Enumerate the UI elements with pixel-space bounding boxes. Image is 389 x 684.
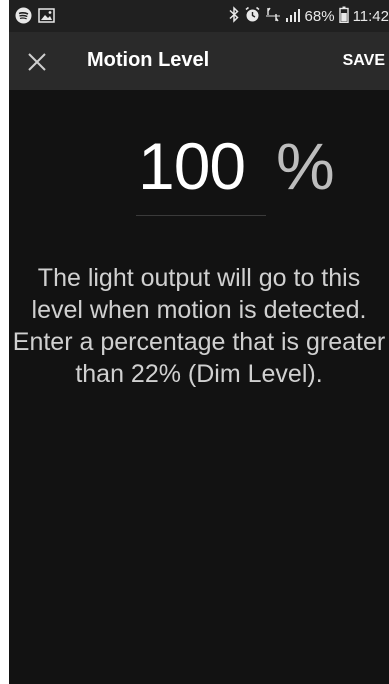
signal-icon <box>285 7 301 27</box>
page-title: Motion Level <box>87 49 210 71</box>
status-bar: 68% 11:42 <box>9 0 389 32</box>
level-value: 100 <box>138 129 246 203</box>
alarm-icon <box>244 6 261 27</box>
status-left-icons <box>15 7 55 29</box>
close-button[interactable] <box>23 48 51 76</box>
clock: 11:42 <box>352 8 389 25</box>
battery-percent: 68% <box>304 8 335 25</box>
battery-icon <box>338 6 349 27</box>
spotify-icon <box>15 7 32 29</box>
close-icon <box>23 53 51 80</box>
save-button[interactable]: SAVE <box>343 52 385 70</box>
help-message: The light output will go to this level w… <box>12 264 386 388</box>
level-unit: % <box>276 129 335 203</box>
app-screen: 68% 11:42 Motion Level SAVE 100 % The li… <box>9 0 389 684</box>
level-input[interactable]: 100 % <box>136 126 335 218</box>
lte-icon <box>265 6 281 27</box>
toolbar: Motion Level SAVE <box>9 32 389 90</box>
status-right-icons: 68% 11:42 <box>228 6 389 27</box>
image-icon <box>38 8 55 28</box>
level-input-underline <box>136 215 266 216</box>
bluetooth-icon <box>228 6 240 27</box>
